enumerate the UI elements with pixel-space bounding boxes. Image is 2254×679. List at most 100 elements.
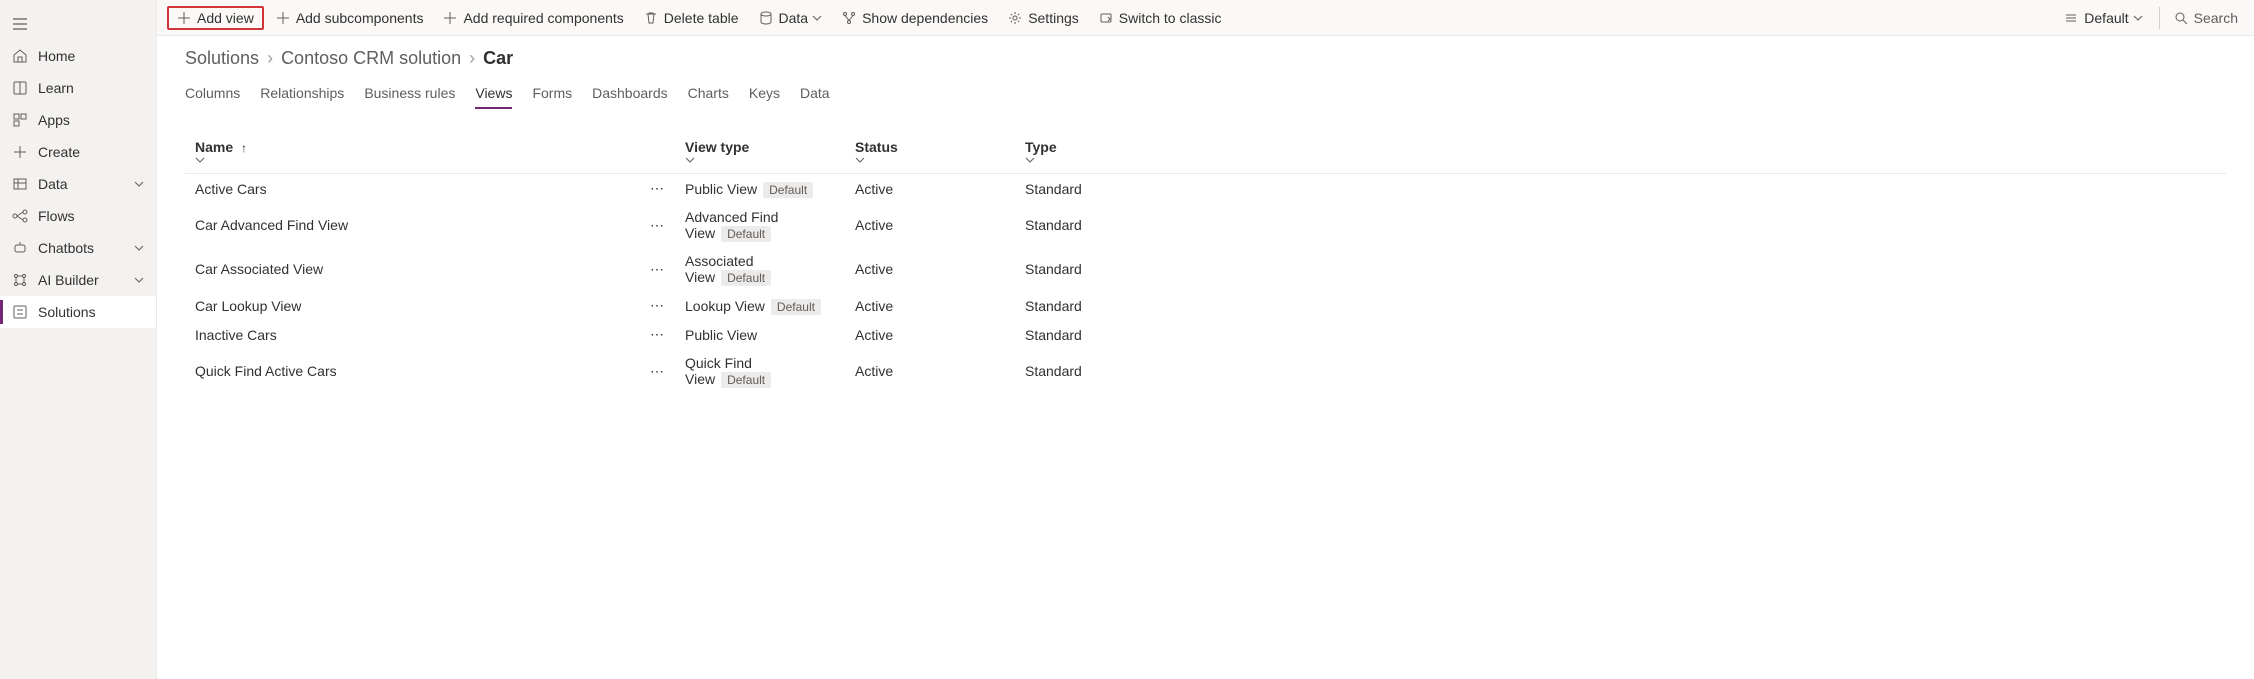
ai-builder-icon	[12, 272, 28, 288]
column-header-view-type[interactable]: View type	[675, 131, 845, 174]
breadcrumb-separator: ›	[469, 48, 475, 69]
chevron-down-icon	[134, 179, 144, 189]
tab-dashboards[interactable]: Dashboards	[592, 79, 668, 107]
cell-type: Standard	[1015, 203, 2226, 247]
cell-status: Active	[845, 291, 1015, 320]
default-badge: Default	[721, 372, 771, 388]
tabs: Columns Relationships Business rules Vie…	[185, 79, 2226, 107]
breadcrumb-item[interactable]: Contoso CRM solution	[281, 48, 461, 69]
separator	[2159, 7, 2160, 29]
cell-name[interactable]: Car Advanced Find View	[185, 203, 635, 247]
column-header-status[interactable]: Status	[845, 131, 1015, 174]
cell-name[interactable]: Quick Find Active Cars	[185, 349, 635, 393]
sidebar-item-label: Apps	[38, 112, 144, 128]
sidebar-item-label: Learn	[38, 80, 144, 96]
sidebar-item-create[interactable]: Create	[0, 136, 156, 168]
sidebar-item-label: AI Builder	[38, 272, 134, 288]
settings-button[interactable]: Settings	[1000, 6, 1087, 30]
table-row[interactable]: Car Associated View⋯Associated ViewDefau…	[185, 247, 2226, 291]
add-subcomponents-button[interactable]: Add subcomponents	[268, 6, 432, 30]
cell-type: Standard	[1015, 349, 2226, 393]
chevron-down-icon[interactable]	[1025, 155, 2216, 165]
chevron-down-icon[interactable]	[195, 155, 625, 165]
table-row[interactable]: Car Advanced Find View⋯Advanced Find Vie…	[185, 203, 2226, 247]
tab-business-rules[interactable]: Business rules	[364, 79, 455, 107]
sidebar-item-ai-builder[interactable]: AI Builder	[0, 264, 156, 296]
sidebar-item-learn[interactable]: Learn	[0, 72, 156, 104]
switch-to-classic-button[interactable]: Switch to classic	[1091, 6, 1230, 30]
tab-relationships[interactable]: Relationships	[260, 79, 344, 107]
sidebar-item-flows[interactable]: Flows	[0, 200, 156, 232]
chevron-down-icon[interactable]	[855, 155, 1005, 165]
cell-view-type: Lookup ViewDefault	[675, 291, 845, 320]
cell-view-type: Public ViewDefault	[675, 174, 845, 204]
default-dropdown-button[interactable]: Default	[2056, 6, 2150, 30]
table-row[interactable]: Quick Find Active Cars⋯Quick Find ViewDe…	[185, 349, 2226, 393]
cell-type: Standard	[1015, 291, 2226, 320]
search-input[interactable]: Search	[2166, 6, 2246, 30]
solutions-icon	[12, 304, 28, 320]
tab-charts[interactable]: Charts	[688, 79, 729, 107]
row-more-actions[interactable]: ⋯	[635, 174, 675, 204]
table-row[interactable]: Active Cars⋯Public ViewDefaultActiveStan…	[185, 174, 2226, 204]
sidebar-item-apps[interactable]: Apps	[0, 104, 156, 136]
tab-columns[interactable]: Columns	[185, 79, 240, 107]
breadcrumb: Solutions › Contoso CRM solution › Car	[185, 48, 2226, 69]
button-label: Add required components	[463, 10, 623, 26]
button-label: Default	[2084, 10, 2128, 26]
button-label: Delete table	[664, 10, 739, 26]
list-icon	[2064, 11, 2078, 25]
tab-views[interactable]: Views	[475, 79, 512, 107]
add-view-button[interactable]: Add view	[167, 6, 264, 30]
tab-keys[interactable]: Keys	[749, 79, 780, 107]
default-badge: Default	[721, 226, 771, 242]
cell-view-type: Advanced Find ViewDefault	[675, 203, 845, 247]
tab-forms[interactable]: Forms	[532, 79, 572, 107]
column-header-name[interactable]: Name ↑	[185, 131, 635, 174]
row-more-actions[interactable]: ⋯	[635, 203, 675, 247]
row-more-actions[interactable]: ⋯	[635, 349, 675, 393]
cell-view-type: Quick Find ViewDefault	[675, 349, 845, 393]
sidebar-item-solutions[interactable]: Solutions	[0, 296, 156, 328]
main-area: Add view Add subcomponents Add required …	[157, 0, 2254, 679]
data-dropdown-button[interactable]: Data	[751, 6, 831, 30]
button-label: Add subcomponents	[296, 10, 424, 26]
default-badge: Default	[771, 299, 821, 315]
cell-status: Active	[845, 320, 1015, 349]
header-label: Type	[1025, 139, 1057, 155]
tab-data[interactable]: Data	[800, 79, 830, 107]
delete-table-button[interactable]: Delete table	[636, 6, 747, 30]
breadcrumb-current: Car	[483, 48, 513, 69]
cell-status: Active	[845, 349, 1015, 393]
table-row[interactable]: Car Lookup View⋯Lookup ViewDefaultActive…	[185, 291, 2226, 320]
cell-name[interactable]: Active Cars	[185, 174, 635, 204]
row-more-actions[interactable]: ⋯	[635, 247, 675, 291]
column-header-type[interactable]: Type	[1015, 131, 2226, 174]
add-required-components-button[interactable]: Add required components	[435, 6, 631, 30]
button-label: Add view	[197, 10, 254, 26]
row-more-actions[interactable]: ⋯	[635, 320, 675, 349]
plus-icon	[177, 11, 191, 25]
switch-icon	[1099, 11, 1113, 25]
cell-name[interactable]: Car Lookup View	[185, 291, 635, 320]
cell-view-type: Associated ViewDefault	[675, 247, 845, 291]
table-row[interactable]: Inactive Cars⋯Public ViewActiveStandard	[185, 320, 2226, 349]
header-label: Name	[195, 139, 233, 155]
plus-icon	[443, 11, 457, 25]
show-dependencies-button[interactable]: Show dependencies	[834, 6, 996, 30]
cell-name[interactable]: Inactive Cars	[185, 320, 635, 349]
row-more-actions[interactable]: ⋯	[635, 291, 675, 320]
cell-type: Standard	[1015, 320, 2226, 349]
plus-icon	[276, 11, 290, 25]
sidebar-item-chatbots[interactable]: Chatbots	[0, 232, 156, 264]
button-label: Switch to classic	[1119, 10, 1222, 26]
breadcrumb-item[interactable]: Solutions	[185, 48, 259, 69]
chevron-down-icon[interactable]	[685, 155, 835, 165]
sidebar-item-data[interactable]: Data	[0, 168, 156, 200]
hamburger-button[interactable]	[0, 8, 156, 40]
book-icon	[12, 80, 28, 96]
chatbot-icon	[12, 240, 28, 256]
gear-icon	[1008, 11, 1022, 25]
cell-name[interactable]: Car Associated View	[185, 247, 635, 291]
sidebar-item-home[interactable]: Home	[0, 40, 156, 72]
